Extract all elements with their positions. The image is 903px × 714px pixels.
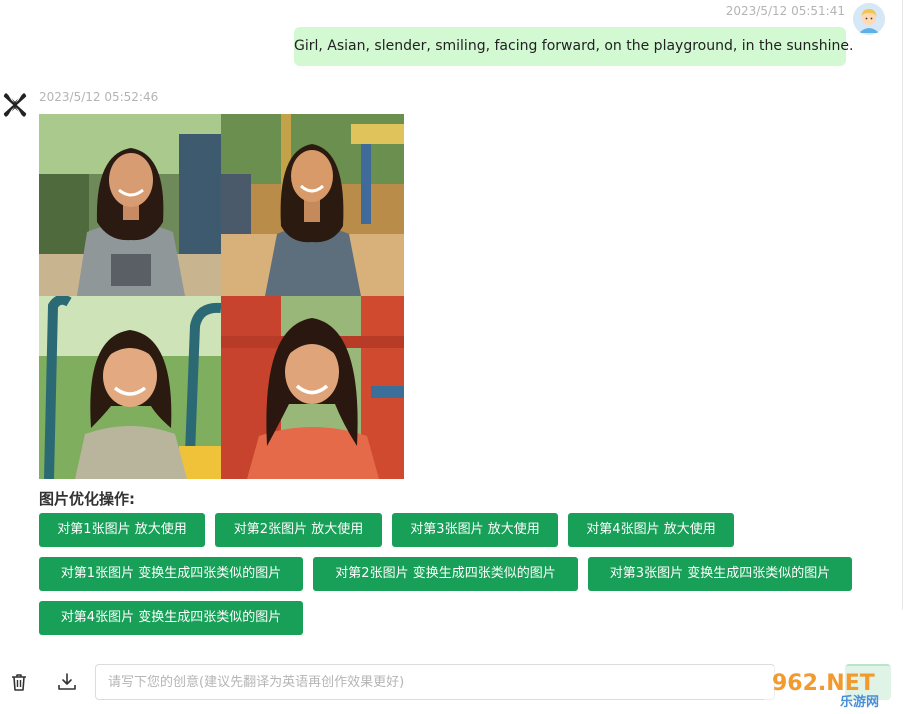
generated-image-1[interactable]	[39, 114, 221, 296]
upscale-image-2-button[interactable]: 对第2张图片 放大使用	[215, 513, 382, 547]
site-watermark: 962.NET 乐游网	[764, 664, 898, 710]
upscale-image-4-button[interactable]: 对第4张图片 放大使用	[568, 513, 734, 547]
variation-image-3-button[interactable]: 对第3张图片 变换生成四张类似的图片	[588, 557, 852, 591]
watermark-bottom: 乐游网	[840, 694, 879, 710]
prompt-input[interactable]	[95, 664, 775, 700]
user-avatar	[853, 3, 885, 35]
upscale-image-1-button[interactable]: 对第1张图片 放大使用	[39, 513, 205, 547]
variation-image-2-button[interactable]: 对第2张图片 变换生成四张类似的图片	[313, 557, 578, 591]
upscale-image-3-button[interactable]: 对第3张图片 放大使用	[392, 513, 558, 547]
download-icon[interactable]	[56, 671, 78, 693]
generated-image-4[interactable]	[221, 296, 404, 479]
generated-image-3[interactable]	[39, 296, 221, 479]
user-message-bubble: Girl, Asian, slender, smiling, facing fo…	[294, 27, 853, 66]
watermark-top: 962.NET	[772, 671, 875, 696]
image-ops-title: 图片优化操作:	[39, 490, 135, 508]
generated-image-grid[interactable]	[39, 114, 404, 479]
trash-icon[interactable]	[8, 671, 30, 693]
variation-image-1-button[interactable]: 对第1张图片 变换生成四张类似的图片	[39, 557, 303, 591]
user-message-timestamp: 2023/5/12 05:51:41	[725, 4, 845, 18]
bot-message-timestamp: 2023/5/12 05:52:46	[39, 90, 159, 104]
generated-image-2[interactable]	[221, 114, 404, 296]
variation-image-4-button[interactable]: 对第4张图片 变换生成四张类似的图片	[39, 601, 303, 635]
x-logo-icon	[2, 92, 28, 118]
